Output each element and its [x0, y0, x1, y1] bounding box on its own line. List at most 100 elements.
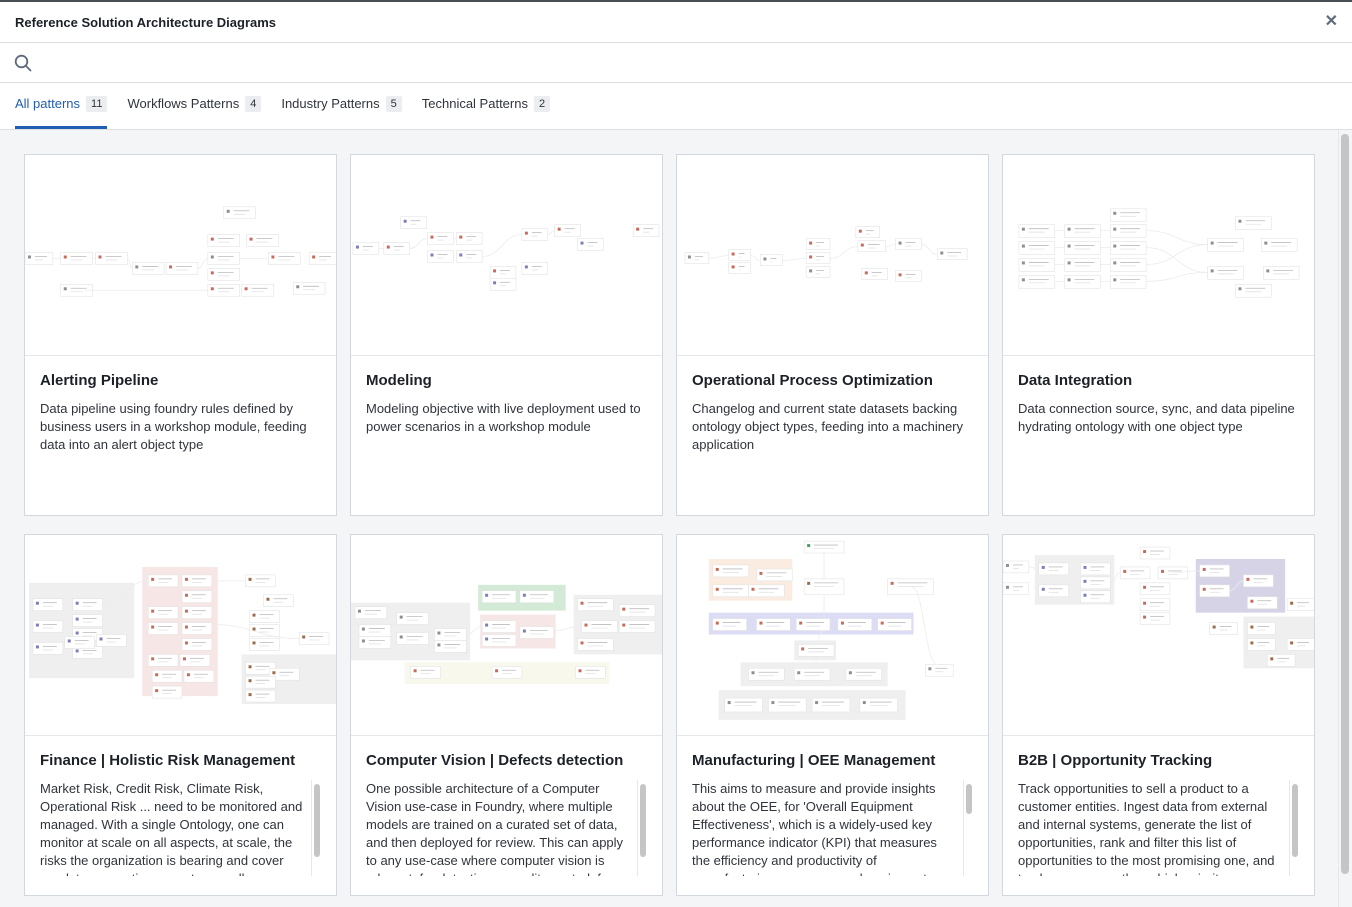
diagram-node-icon — [75, 631, 79, 635]
diagram-node-icon — [578, 669, 582, 673]
card-title: Finance | Holistic Risk Management — [40, 752, 296, 769]
diagram-node-icon — [1113, 227, 1117, 231]
diagram-node-icon — [799, 621, 803, 625]
diagram-node-icon — [928, 667, 932, 671]
diagram-edge — [782, 258, 807, 261]
diagram-node — [768, 697, 807, 713]
diagram-node-icon — [1270, 657, 1274, 661]
gallery-scrollbar-thumb[interactable] — [1341, 134, 1349, 874]
diagram-node-icon — [763, 257, 767, 261]
diagram-node — [132, 262, 165, 275]
diagram-node-icon — [399, 635, 403, 639]
diagram-node-icon — [355, 245, 359, 249]
gallery-scrollbar[interactable] — [1338, 130, 1352, 907]
tab-label: All patterns — [15, 96, 81, 111]
tab-technical-patterns[interactable]: Technical Patterns 2 — [422, 83, 551, 129]
diagram-edge — [830, 246, 858, 259]
pattern-card-computer-vision[interactable]: Computer Vision | Defects detection One … — [350, 534, 663, 896]
diagram-node-icon — [252, 613, 256, 617]
close-icon[interactable]: ✕ — [1325, 14, 1338, 30]
tab-all-patterns[interactable]: All patterns 11 — [15, 83, 108, 129]
diagram-node-icon — [312, 255, 316, 259]
description-scroll-area[interactable]: One possible architecture of a Computer … — [366, 780, 647, 876]
diagram-node-icon — [715, 587, 719, 591]
diagram-node-icon — [386, 245, 390, 249]
diagram-node — [489, 266, 517, 279]
pattern-card-grid: Alerting Pipeline Data pipeline using fo… — [24, 154, 1315, 896]
diagram-thumbnail — [1003, 535, 1314, 736]
description-scroll-area[interactable]: Track opportunities to sell a product to… — [1018, 780, 1299, 876]
diagram-node-icon — [248, 679, 252, 683]
diagram-node-icon — [248, 577, 252, 581]
diagram-node-icon — [399, 615, 403, 619]
description-scrollbar[interactable] — [637, 780, 647, 876]
architecture-diagram-icon — [352, 216, 660, 291]
diagram-node-icon — [1005, 563, 1009, 567]
description-scroll-area[interactable]: This aims to measure and provide insight… — [692, 780, 973, 876]
diagram-node-icon — [184, 577, 188, 581]
diagram-node-icon — [430, 235, 434, 239]
diagram-edge — [1146, 247, 1208, 273]
diagram-node-icon — [622, 607, 626, 611]
diagram-node — [1243, 574, 1274, 588]
diagram-node-icon — [584, 623, 588, 627]
diagram-node — [1139, 612, 1171, 625]
tab-workflows-patterns[interactable]: Workflows Patterns 4 — [127, 83, 262, 129]
diagram-node — [1110, 275, 1147, 289]
diagram-node — [521, 262, 549, 275]
diagram-node-icon — [403, 219, 407, 223]
diagram-node-icon — [797, 671, 801, 675]
pattern-card-alerting-pipeline[interactable]: Alerting Pipeline Data pipeline using fo… — [24, 154, 337, 516]
diagram-node-icon — [522, 629, 526, 633]
diagram-node-icon — [522, 593, 526, 597]
pattern-card-oee-management[interactable]: Manufacturing | OEE Management This aims… — [676, 534, 989, 896]
diagram-node-icon — [1005, 585, 1009, 589]
diagram-node — [1064, 275, 1101, 289]
diagram-node — [577, 638, 614, 651]
diagram-node — [181, 606, 213, 619]
pattern-card-modeling[interactable]: Modeling Modeling objective with live de… — [350, 154, 663, 516]
description-scrollbar[interactable] — [963, 780, 973, 876]
diagram-node — [396, 612, 429, 625]
diagram-node — [1235, 284, 1272, 298]
diagram-node-icon — [361, 627, 365, 631]
search-input[interactable] — [42, 54, 1338, 71]
card-title: Alerting Pipeline — [40, 372, 159, 389]
scrollbar-thumb[interactable] — [966, 784, 972, 814]
diagram-node-icon — [244, 287, 248, 291]
pattern-card-data-integration[interactable]: Data Integration Data connection source,… — [1002, 154, 1315, 516]
diagram-node-icon — [430, 253, 434, 257]
diagram-node — [1247, 638, 1276, 651]
description-scroll-area[interactable]: Market Risk, Credit Risk, Climate Risk, … — [40, 780, 321, 876]
diagram-node-icon — [155, 689, 159, 693]
card-description: Track opportunities to sell a product to… — [1018, 781, 1275, 876]
diagram-node-icon — [1250, 641, 1254, 645]
diagram-node-icon — [151, 625, 155, 629]
diagram-node-icon — [1113, 244, 1117, 248]
pattern-card-b2b-opportunity-tracking[interactable]: B2B | Opportunity Tracking Track opportu… — [1002, 534, 1315, 896]
diagram-node-icon — [898, 241, 902, 245]
scrollbar-thumb[interactable] — [314, 784, 320, 857]
diagram-node-icon — [361, 639, 365, 643]
diagram-node-icon — [27, 255, 31, 259]
architecture-diagram-icon — [708, 540, 954, 720]
tab-industry-patterns[interactable]: Industry Patterns 5 — [281, 83, 402, 129]
description-scrollbar[interactable] — [311, 780, 321, 876]
diagram-node-icon — [249, 237, 253, 241]
diagram-node-icon — [35, 601, 39, 605]
diagram-node-icon — [1264, 241, 1268, 245]
scrollbar-thumb[interactable] — [1292, 784, 1298, 857]
diagram-node-icon — [848, 671, 852, 675]
diagram-node-icon — [302, 635, 306, 639]
diagram-edge — [127, 258, 133, 269]
scrollbar-thumb[interactable] — [640, 784, 646, 857]
diagram-node-icon — [296, 285, 300, 289]
pattern-card-finance-risk[interactable]: Finance | Holistic Risk Management Marke… — [24, 534, 337, 896]
diagram-node-icon — [459, 235, 463, 239]
diagram-node-icon — [252, 641, 256, 645]
diagram-thumbnail — [677, 155, 988, 356]
diagram-node — [358, 636, 392, 649]
diagram-node — [859, 697, 898, 713]
pattern-card-operational-process-optimization[interactable]: Operational Process Optimization Changel… — [676, 154, 989, 516]
description-scrollbar[interactable] — [1289, 780, 1299, 876]
